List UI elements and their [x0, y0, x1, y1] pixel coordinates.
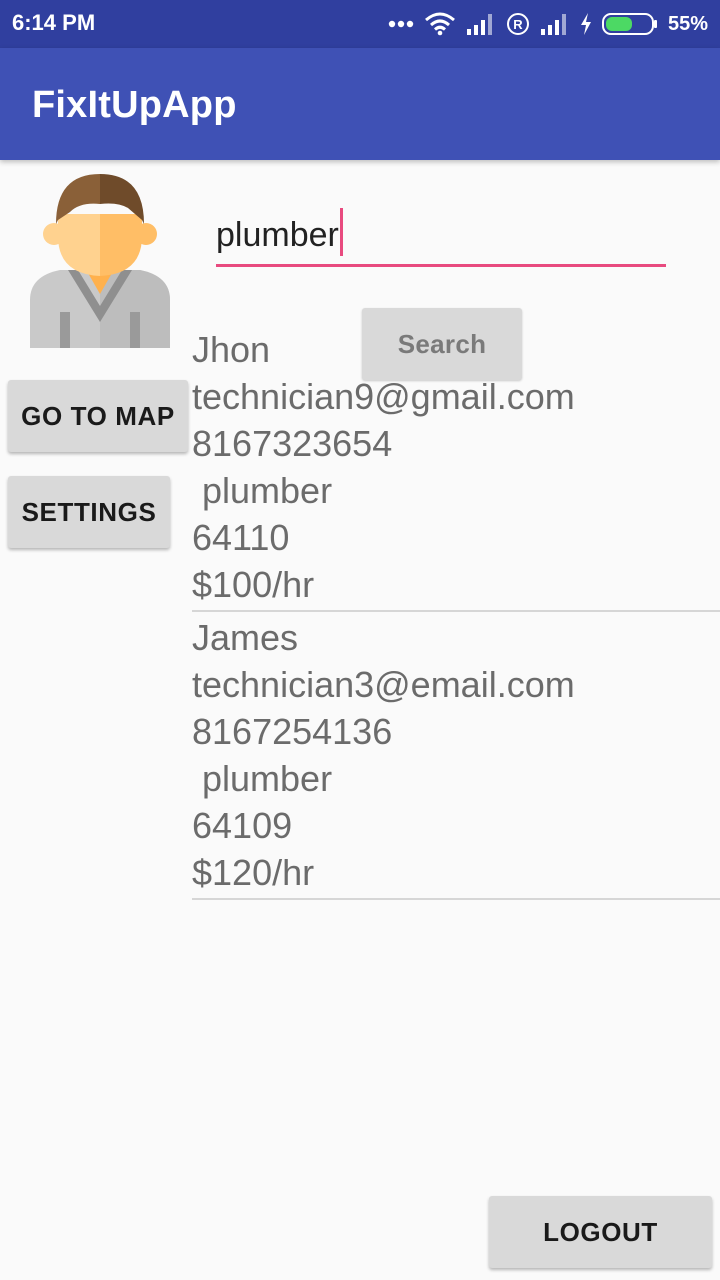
status-icons: R 55% [388, 8, 708, 40]
technician-email: technician9@gmail.com [192, 376, 575, 417]
app-bar: FixItUpApp [0, 48, 720, 160]
technician-trade: plumber [192, 470, 333, 511]
status-bar: 6:14 PM R 55% [0, 0, 720, 48]
settings-button[interactable]: SETTINGS [8, 476, 170, 548]
more-dots-icon [388, 20, 414, 28]
app-title: FixItUpApp [32, 84, 237, 126]
list-item[interactable]: Jhon technician9@gmail.com 8167323654 pl… [192, 326, 720, 612]
technician-email: technician3@email.com [192, 664, 575, 705]
technician-avatar-icon [30, 172, 170, 348]
technician-phone: 8167254136 [192, 711, 393, 752]
results-list: Jhon technician9@gmail.com 8167323654 pl… [192, 326, 720, 902]
charging-icon [580, 13, 592, 35]
signal-icon [540, 13, 570, 35]
svg-text:R: R [513, 17, 523, 32]
list-item[interactable]: James technician3@email.com 8167254136 p… [192, 614, 720, 900]
go-to-map-button[interactable]: GO TO MAP [8, 380, 188, 452]
roaming-icon: R [506, 12, 530, 36]
technician-zip: 64110 [192, 517, 290, 558]
signal-icon [466, 13, 496, 35]
technician-rate: $120/hr [192, 852, 315, 893]
search-input[interactable]: plumber [216, 206, 666, 267]
status-time: 6:14 PM [12, 10, 96, 35]
screen: 6:14 PM R 55% FixItUpApp plumber Search … [0, 0, 720, 1280]
technician-trade: plumber [192, 758, 333, 799]
battery-icon [601, 13, 658, 35]
text-cursor [340, 208, 343, 256]
search-input-value: plumber [216, 216, 339, 254]
battery-percent: 55% [667, 12, 708, 35]
technician-zip: 64109 [192, 805, 293, 846]
technician-phone: 8167323654 [192, 423, 393, 464]
technician-name: James [192, 617, 299, 658]
technician-name: Jhon [192, 329, 271, 370]
logout-button[interactable]: LOGOUT [489, 1196, 712, 1268]
wifi-icon [424, 12, 456, 36]
technician-rate: $100/hr [192, 564, 315, 605]
